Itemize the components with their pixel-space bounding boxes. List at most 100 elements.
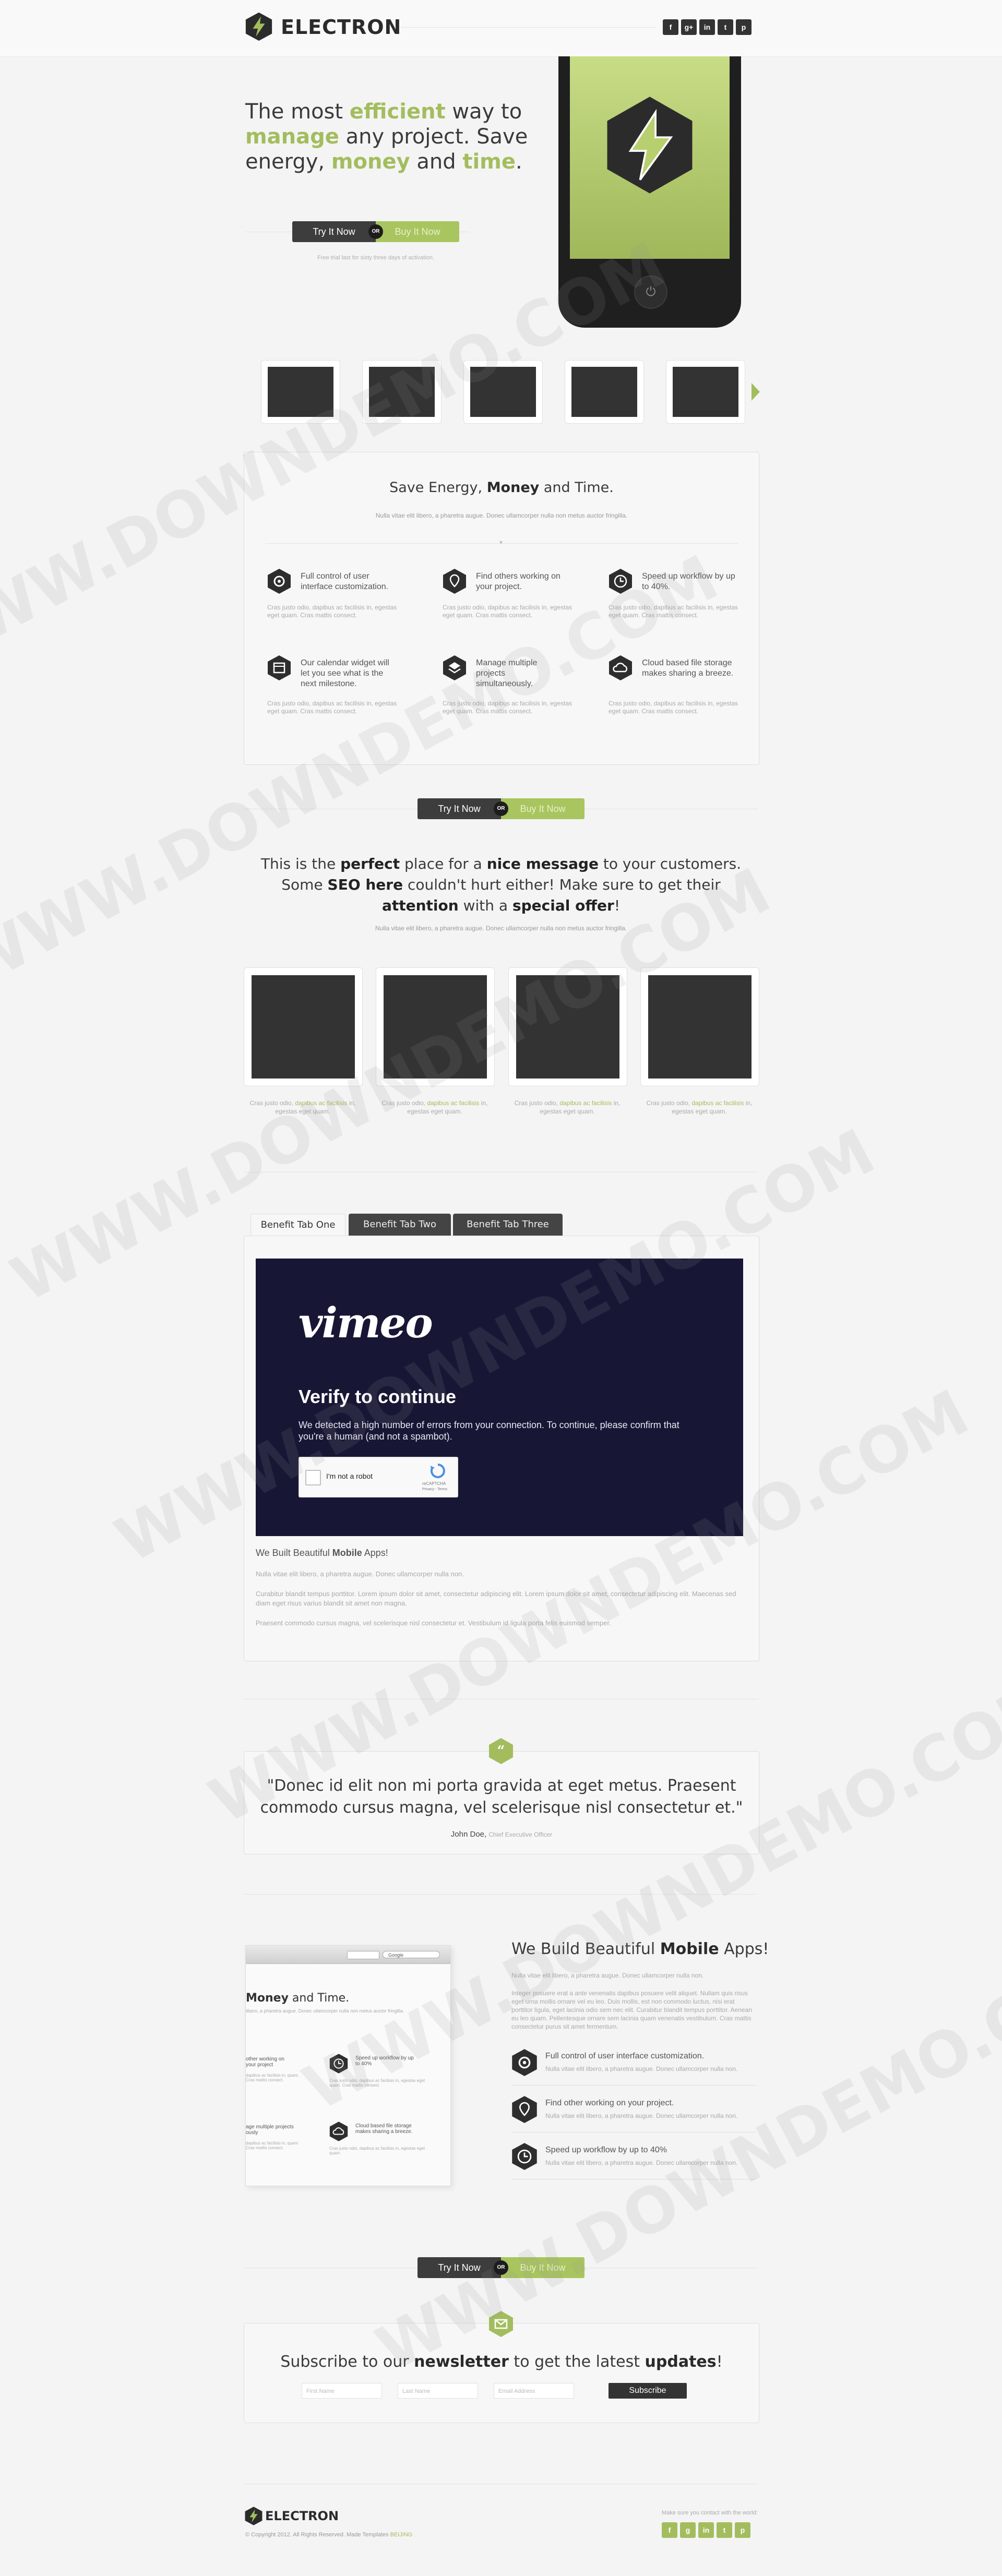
thumbnail[interactable] [362, 360, 442, 424]
feature-title: Speed up workflow by up to 40%. [642, 572, 735, 591]
gear-icon [512, 2049, 537, 2076]
browser-search: Google [383, 1951, 440, 1958]
pinterest-icon[interactable]: p [735, 2522, 750, 2538]
captcha-brand: reCAPTCHA [422, 1481, 446, 1486]
linkedin-icon[interactable]: in [699, 19, 715, 35]
mock-item-body: Cras justo odio, dapibus ac facilisis in… [329, 2146, 425, 2155]
calendar-icon [268, 655, 291, 680]
promo-subtext: Nulla vitae elit libero, a pharetra augu… [375, 925, 627, 932]
gallery-caption: Cras justo odio, dapibus ac facilisis in… [381, 1099, 488, 1115]
mock-item-title: age multiple projects ously [246, 2124, 294, 2136]
feature-body: Cras justo odio, dapibus ac facilisis in… [443, 604, 572, 619]
facebook-icon[interactable]: f [662, 2522, 677, 2538]
gallery-image[interactable] [640, 967, 759, 1086]
footer-note: Make sure you contact with the world: [662, 2510, 758, 2516]
apps-feature-title: Speed up workflow by up to 40% [545, 2146, 667, 2154]
tab-benefit-one[interactable]: Benefit Tab One [250, 1214, 345, 1236]
captcha-checkbox[interactable] [305, 1470, 321, 1485]
facebook-icon[interactable]: f [663, 19, 678, 35]
thumbnail[interactable] [565, 360, 644, 424]
gallery-image[interactable] [508, 967, 627, 1086]
vimeo-logo: vimeo [299, 1298, 433, 1347]
thumbnail[interactable] [463, 360, 543, 424]
or-badge: OR [368, 224, 383, 239]
location-pin-icon [443, 569, 466, 594]
recaptcha-icon [430, 1464, 445, 1478]
apps-title: We Build Beautiful Mobile Apps! [511, 1940, 769, 1958]
gallery-image[interactable] [244, 967, 363, 1086]
gallery-caption: Cras justo odio, dapibus ac facilisis in… [249, 1099, 356, 1115]
linkedin-icon[interactable]: in [698, 2522, 714, 2538]
feature-title: Cloud based file storage makes sharing a… [642, 658, 734, 678]
google-plus-icon[interactable]: g+ [681, 19, 697, 35]
feature-title: Our calendar widget will let you see wha… [301, 658, 389, 688]
newsletter-panel: Subscribe to our newsletter to get the l… [244, 2323, 759, 2423]
captcha-links[interactable]: Privacy - Terms [422, 1488, 447, 1491]
or-badge: OR [494, 801, 508, 816]
tab-benefit-two[interactable]: Benefit Tab Two [349, 1214, 451, 1236]
try-it-now-button[interactable]: Try It Now [292, 221, 376, 242]
site-header: ELECTRON f g+ in t p [0, 0, 1002, 57]
features-subtitle: Nulla vitae elit libero, a pharetra augu… [375, 512, 628, 519]
layers-icon [443, 655, 466, 680]
cta-buttons: Try It Now OR Buy It Now [418, 2257, 584, 2278]
cloud-icon [329, 2122, 348, 2141]
next-arrow-icon[interactable] [752, 383, 760, 401]
try-it-now-button[interactable]: Try It Now [418, 798, 501, 819]
feature-title: Manage multiple projects simultaneously. [476, 658, 538, 688]
mock-item-title: other working on your project [246, 2056, 284, 2068]
verify-title: Verify to continue [299, 1386, 457, 1407]
email-field[interactable]: Email Address [494, 2383, 574, 2399]
apps-intro: Nulla vitae elit libero, a pharetra augu… [511, 1972, 704, 1979]
thumbnail[interactable] [666, 360, 745, 424]
quote-icon: “ [489, 1738, 513, 1764]
captcha-widget: I'm not a robot reCAPTCHA Privacy - Term… [299, 1457, 458, 1497]
mock-title: Money and Time. [246, 1992, 350, 2005]
feature-title: Full control of user interface customiza… [301, 572, 389, 591]
clock-icon [512, 2143, 537, 2170]
gallery-image[interactable] [376, 967, 495, 1086]
apps-feature-body: Nulla vitae elit libero, a pharetra augu… [545, 2112, 738, 2119]
promo-message: This is the perfect place for a nice mes… [260, 855, 742, 914]
mock-item-body: dapibus ac facilisis in, quam. Cras matt… [246, 2073, 299, 2082]
twitter-icon[interactable]: t [717, 2522, 732, 2538]
last-name-field[interactable]: Last Name [398, 2383, 478, 2399]
first-name-field[interactable]: First Name [302, 2383, 382, 2399]
power-icon[interactable]: ⏻ [634, 275, 667, 309]
brand-name[interactable]: ELECTRON [281, 16, 401, 39]
gear-icon [268, 569, 291, 594]
hero-cta: Try It Now OR Buy It Now [292, 221, 459, 242]
electron-logo-icon [607, 97, 693, 194]
footer-brand[interactable]: ELECTRON [265, 2509, 339, 2523]
brand-logo-icon[interactable] [244, 2506, 264, 2526]
tab-paragraph: Nulla vitae elit libero, a pharetra augu… [256, 1570, 464, 1578]
testimonial-author: John Doe, Chief Executive Officer [450, 1830, 553, 1839]
feature-body: Cras justo odio, dapibus ac facilisis in… [267, 604, 397, 619]
brand-logo-icon[interactable] [244, 11, 274, 42]
footer-copyright: © Copyright 2012. All Rights Reserved. M… [245, 2532, 413, 2538]
feature-body: Cras justo odio, dapibus ac facilisis in… [443, 700, 572, 715]
apps-feature-body: Nulla vitae elit libero, a pharetra augu… [545, 2159, 738, 2166]
feature-title: Find others working on your project. [476, 572, 560, 591]
features-panel: Save Energy, Money and Time. Nulla vitae… [244, 452, 759, 765]
buy-it-now-button[interactable]: Buy It Now [376, 221, 459, 242]
thumbnail[interactable] [261, 360, 340, 424]
features-title: Save Energy, Money and Time. [389, 480, 614, 496]
apps-feature-title: Full control of user interface customiza… [545, 2052, 705, 2060]
buy-it-now-button[interactable]: Buy It Now [501, 2257, 584, 2278]
try-it-now-button[interactable]: Try It Now [418, 2257, 501, 2278]
apps-paragraph: Integer posuere erat a ante venenatis da… [511, 1990, 752, 2030]
testimonial-quote: "Donec id elit non mi porta gravida at e… [260, 1777, 743, 1817]
pinterest-icon[interactable]: p [736, 19, 752, 35]
video-embed[interactable]: vimeo Verify to continue We detected a h… [256, 1259, 743, 1536]
twitter-icon[interactable]: t [718, 19, 733, 35]
tab-benefit-three[interactable]: Benefit Tab Three [453, 1214, 563, 1236]
google-plus-icon[interactable]: g [680, 2522, 696, 2538]
mock-item-title: Speed up workflow by up to 40% [355, 2055, 414, 2067]
section-divider [244, 1894, 758, 1895]
cta-buttons: Try It Now OR Buy It Now [418, 798, 584, 819]
verify-description: We detected a high number of errors from… [299, 1420, 679, 1442]
buy-it-now-button[interactable]: Buy It Now [501, 798, 584, 819]
subscribe-button[interactable]: Subscribe [609, 2383, 687, 2399]
apps-feature-title: Find other working on your project. [545, 2099, 674, 2107]
